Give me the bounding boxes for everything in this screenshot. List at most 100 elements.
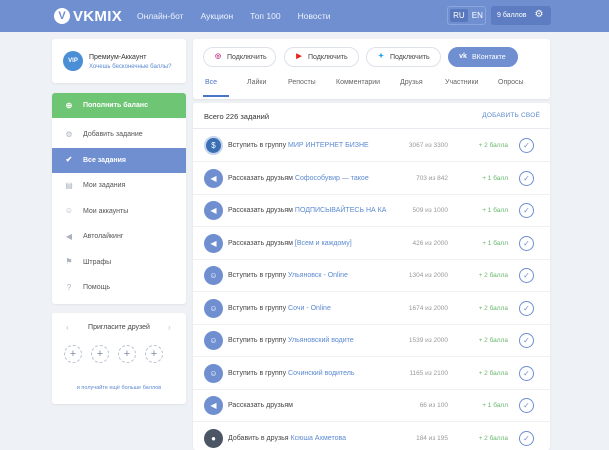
complete-task-check-icon[interactable]: ✓ — [519, 203, 534, 218]
sidebar-menu: ⊕ Пополнить баланс ⚙ Добавить задание ✔ Все з… — [52, 93, 186, 304]
premium-card[interactable]: VIP Премиум-Аккаунт Хочешь бесконечные б… — [52, 39, 186, 83]
invite-next-icon[interactable]: › — [168, 323, 171, 332]
task-description: Вступить в группу Сочинский водитель — [228, 370, 354, 377]
connect-vk-button[interactable]: vk ВКонтакте — [448, 47, 518, 67]
complete-task-check-icon[interactable]: ✓ — [519, 235, 534, 251]
invite-slot-1[interactable]: + — [64, 345, 82, 363]
task-target-link[interactable]: Ксюша Ахметова — [291, 435, 346, 442]
tab-likes[interactable]: Лайки — [247, 79, 266, 86]
complete-task-check-icon[interactable]: ✓ — [519, 300, 534, 316]
connect-twitter-label: Подключить — [390, 53, 430, 61]
main-nav: Онлайн-бот Аукцион Топ 100 Новости — [137, 0, 347, 32]
invite-slot-4[interactable]: + — [145, 345, 163, 363]
tab-friends[interactable]: Друзья — [400, 79, 423, 86]
lang-ru[interactable]: RU — [450, 9, 468, 22]
task-action: Рассказать друзьям — [228, 402, 293, 409]
lang-en[interactable]: EN — [472, 11, 483, 20]
complete-task-check-icon[interactable]: ✓ — [519, 138, 534, 153]
task-action: Рассказать друзьям — [228, 239, 293, 247]
task-target-link[interactable]: Софособувир — такое — [295, 175, 369, 182]
complete-task-check-icon[interactable]: ✓ — [519, 365, 534, 381]
task-row: ◀ Рассказать друзьям [Всем и каждому] 426 … — [193, 228, 550, 260]
task-progress: 426 из 2000 — [412, 239, 448, 247]
connect-instagram-label: Подключить — [227, 53, 267, 61]
nav-online-bot[interactable]: Онлайн-бот — [137, 11, 184, 21]
balance-widget[interactable]: 9 баллов ⚙ — [491, 6, 551, 25]
sidebar-item-label: Мои задания — [83, 182, 126, 189]
settings-gear-icon[interactable]: ⚙ — [533, 9, 545, 21]
task-description: Добавить в друзья Ксюша Ахметова — [228, 435, 346, 442]
task-row: ● Добавить в друзья Ксюша Ахметова 184 из … — [193, 423, 550, 450]
invite-note[interactable]: и получайте ещё больше баллов — [52, 385, 186, 391]
task-reward: + 2 балла — [478, 272, 508, 279]
tab-comments[interactable]: Комментарии — [336, 79, 380, 86]
task-reward: + 2 балла — [478, 142, 508, 149]
task-target-link[interactable]: Ульяновск - Online — [288, 272, 348, 279]
premium-title: Премиум-Аккаунт — [89, 54, 147, 61]
sidebar-item-3[interactable]: ▤ Мои задания — [52, 173, 186, 198]
help-icon: ? — [66, 282, 72, 292]
task-reward: + 2 балла — [478, 304, 508, 312]
invite-slot-3[interactable]: + — [118, 345, 136, 363]
sidebar-item-label: Добавить задание — [83, 131, 143, 138]
task-target-link[interactable]: Сочи - Online — [288, 305, 331, 312]
task-progress: 703 из 842 — [416, 174, 448, 182]
add-own-task-button[interactable]: ДОБАВИТЬ СВОЁ — [482, 112, 540, 119]
task-target-link[interactable]: ПОДПИСЫВАЙТЕСЬ НА КА — [295, 207, 386, 214]
connect-instagram-button[interactable]: ◎ Подключить — [203, 47, 276, 67]
connect-twitter-button[interactable]: ✦ Подключить — [366, 47, 441, 67]
premium-link[interactable]: Хочешь бесконечные баллы? — [89, 64, 171, 70]
task-reward: + 2 балла — [478, 337, 508, 344]
task-target-link[interactable]: МИР ИНТЕРНЕТ БИЗНЕ — [288, 142, 369, 149]
logo-text: VKMIX — [73, 7, 123, 25]
task-action: Вступить в группу — [228, 304, 287, 312]
megaphone-icon: ◀ — [204, 233, 223, 253]
youtube-icon: ▶ — [296, 53, 302, 60]
sidebar-item-7[interactable]: ? Помощь — [52, 275, 186, 300]
task-row: ☺ Вступить в группу Ульяновск - Online 130… — [193, 260, 550, 292]
tasks-panel: Всего 226 заданий ДОБАВИТЬ СВОЁ $ Вступит… — [193, 103, 550, 450]
tab-all[interactable]: Все — [205, 79, 217, 86]
megaphone-icon: ◀ — [65, 231, 73, 241]
nav-auction[interactable]: Аукцион — [201, 11, 234, 21]
sidebar-item-4[interactable]: ☺ Мои аккаунты — [52, 199, 186, 224]
invite-slot-2[interactable]: + — [91, 345, 109, 363]
sidebar-item-6[interactable]: ⚑ Штрафы — [52, 250, 186, 275]
tab-polls[interactable]: Опросы — [498, 79, 524, 86]
task-target-link[interactable]: Ульяновский водите — [288, 337, 354, 344]
vkmix-logo[interactable]: V VKMIX — [54, 6, 122, 26]
task-reward: + 1 балл — [482, 207, 508, 214]
complete-task-check-icon[interactable]: ✓ — [519, 170, 534, 186]
complete-task-check-icon[interactable]: ✓ — [519, 430, 534, 446]
invite-title: Пригласите друзей — [88, 324, 150, 331]
complete-task-check-icon[interactable]: ✓ — [519, 398, 534, 413]
tab-reposts[interactable]: Репосты — [288, 79, 316, 86]
nav-news[interactable]: Новости — [298, 11, 331, 21]
tab-members[interactable]: Участники — [445, 79, 478, 86]
sidebar-item-label: Все задания — [83, 156, 127, 164]
twitter-icon: ✦ — [378, 53, 384, 60]
connect-youtube-button[interactable]: ▶ Подключить — [284, 47, 359, 67]
task-description: Вступить в группу Ульяновский водите — [228, 337, 354, 344]
sidebar-item-2[interactable]: ✔ Все задания — [52, 147, 186, 173]
invite-slots: + + + + — [64, 345, 172, 363]
complete-task-check-icon[interactable]: ✓ — [519, 333, 534, 348]
megaphone-icon: ◀ — [204, 168, 223, 188]
task-target-link[interactable]: [Всем и каждому] — [295, 240, 352, 247]
task-action: Вступить в группу — [228, 369, 287, 377]
vk-icon: vk — [459, 53, 467, 60]
task-progress: 1165 из 2100 — [409, 369, 448, 377]
task-row: ◀ Рассказать друзьям ПОДПИСЫВАЙТЕСЬ НА КА… — [193, 195, 550, 227]
megaphone-icon: ◀ — [204, 201, 223, 220]
balance-value: 9 баллов — [497, 12, 527, 19]
sidebar-item-1[interactable]: ⚙ Добавить задание — [52, 122, 186, 147]
sidebar-item-5[interactable]: ◀ Автолайкинг — [52, 224, 186, 249]
user-icon: ☺ — [204, 331, 223, 350]
top-header: V VKMIX Онлайн-бот Аукцион Топ 100 Новос… — [0, 0, 609, 32]
task-target-link[interactable]: Сочинский водитель — [288, 370, 354, 377]
nav-top100[interactable]: Топ 100 — [250, 11, 280, 21]
sidebar-item-0[interactable]: ⊕ Пополнить баланс — [52, 93, 186, 118]
megaphone-icon: ◀ — [204, 396, 223, 415]
task-progress: 509 из 1000 — [412, 207, 448, 214]
complete-task-check-icon[interactable]: ✓ — [519, 268, 534, 283]
